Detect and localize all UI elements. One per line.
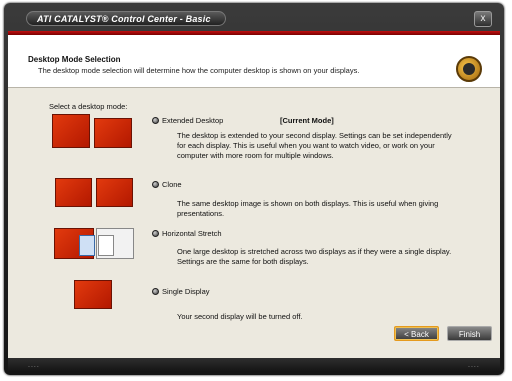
clone-description: The same desktop image is shown on both … (177, 199, 499, 219)
clone-thumbnail-left[interactable] (55, 178, 92, 207)
horizontal-stretch-label[interactable]: Horizontal Stretch (162, 229, 222, 238)
page-title: Desktop Mode Selection (28, 55, 121, 64)
clone-thumbnail-right[interactable] (96, 178, 133, 207)
single-display-description: Your second display will be turned off. (177, 312, 499, 322)
title-bar[interactable]: ATI CATALYST® Control Center - Basic x (4, 3, 504, 31)
extended-desktop-label[interactable]: Extended Desktop (162, 116, 223, 125)
extended-desktop-thumbnail-left[interactable] (52, 114, 90, 148)
description-line: for each display. This is useful when yo… (177, 141, 435, 150)
extended-desktop-description: The desktop is extended to your second d… (177, 131, 499, 161)
resize-grip-left-icon: .... (28, 362, 40, 369)
description-line: computer with more room for multiple win… (177, 151, 334, 160)
back-button[interactable]: < Back (394, 326, 439, 341)
single-display-radio[interactable] (152, 288, 159, 295)
select-mode-label: Select a desktop mode: (49, 102, 128, 111)
clone-label[interactable]: Clone (162, 180, 182, 189)
window-title: ATI CATALYST® Control Center - Basic (26, 11, 226, 26)
app-window: ATI CATALYST® Control Center - Basic x D… (4, 3, 504, 375)
single-display-thumbnail[interactable] (74, 280, 112, 309)
catalyst-logo-icon (456, 56, 482, 82)
resize-grip-right-icon[interactable]: .... (468, 362, 480, 369)
wizard-panel: Desktop Mode Selection The desktop mode … (8, 35, 500, 358)
clone-radio[interactable] (152, 181, 159, 188)
stretched-window-left (79, 235, 95, 256)
horizontal-stretch-thumbnail-right[interactable] (96, 228, 134, 259)
page-description: The desktop mode selection will determin… (38, 66, 360, 75)
horizontal-stretch-description: One large desktop is stretched across tw… (177, 247, 499, 267)
description-line: One large desktop is stretched across tw… (177, 247, 452, 256)
description-line: The same desktop image is shown on both … (177, 199, 439, 208)
finish-button[interactable]: Finish (447, 326, 492, 341)
current-mode-tag: [Current Mode] (280, 116, 334, 125)
horizontal-stretch-radio[interactable] (152, 230, 159, 237)
description-line: Your second display will be turned off. (177, 312, 303, 321)
status-bar: .... .... (8, 358, 500, 372)
extended-desktop-thumbnail-right[interactable] (94, 118, 132, 148)
horizontal-stretch-thumbnail-left[interactable] (54, 228, 95, 259)
single-display-label[interactable]: Single Display (162, 287, 210, 296)
stretched-window-right (98, 235, 114, 256)
close-button[interactable]: x (474, 11, 492, 27)
extended-desktop-radio[interactable] (152, 117, 159, 124)
wizard-header: Desktop Mode Selection The desktop mode … (8, 35, 500, 88)
description-line: Settings are the same for both displays. (177, 257, 309, 266)
description-line: The desktop is extended to your second d… (177, 131, 452, 140)
description-line: presentations. (177, 209, 225, 218)
